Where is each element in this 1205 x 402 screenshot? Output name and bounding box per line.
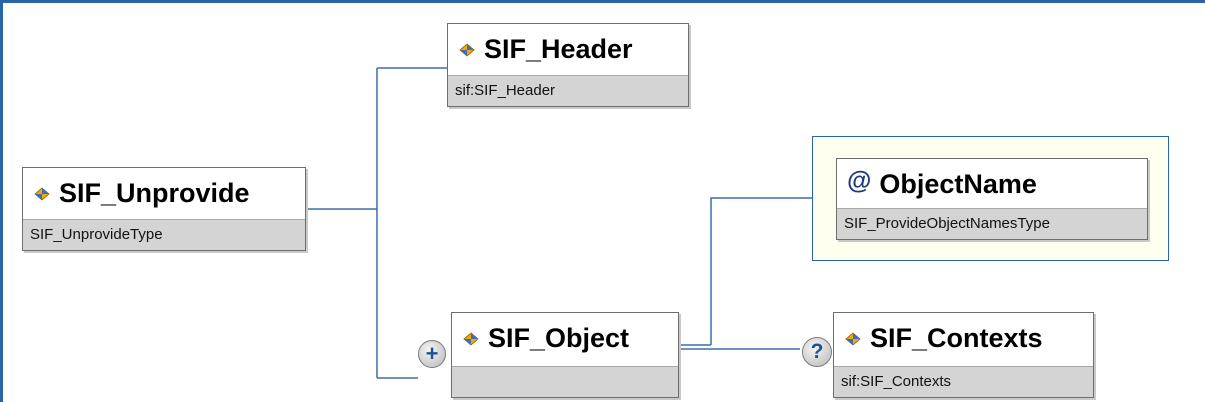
element-sif-contexts[interactable]: SIF_Contexts sif:SIF_Contexts (833, 312, 1094, 398)
attribute-name: ObjectName (879, 169, 1037, 199)
element-name: SIF_Unprovide (59, 178, 250, 208)
optional-badge[interactable]: ? (802, 337, 832, 367)
element-sif-unprovide[interactable]: SIF_Unprovide SIF_UnprovideType (22, 167, 306, 251)
element-diamond-icon (845, 331, 861, 346)
plus-icon: + (425, 341, 439, 366)
element-sif-header[interactable]: SIF_Header sif:SIF_Header (447, 23, 689, 107)
attribute-at-icon: @ (847, 167, 872, 195)
expand-badge[interactable]: + (418, 340, 446, 368)
element-sif-object[interactable]: SIF_Object (451, 312, 679, 398)
attribute-type: SIF_ProvideObjectNamesType (837, 208, 1147, 239)
element-type: sif:SIF_Header (448, 75, 688, 106)
element-type (452, 366, 678, 397)
element-type: SIF_UnprovideType (23, 219, 305, 250)
attribute-objectname[interactable]: @ ObjectName SIF_ProvideObjectNamesType (836, 158, 1148, 240)
question-mark-icon: ? (810, 340, 824, 363)
element-type: sif:SIF_Contexts (834, 366, 1093, 397)
element-name: SIF_Header (484, 34, 633, 64)
element-diamond-icon (34, 186, 50, 201)
element-name: SIF_Object (488, 323, 630, 353)
element-diamond-icon (463, 331, 479, 346)
element-name: SIF_Contexts (870, 323, 1043, 353)
element-diamond-icon (459, 42, 475, 57)
